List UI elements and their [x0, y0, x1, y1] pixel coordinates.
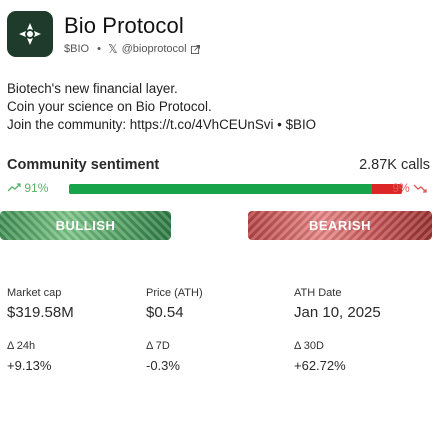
project-name: Bio Protocol: [64, 13, 184, 38]
bearish-button-label: BEARISH: [308, 218, 371, 233]
market-cap-label: Market cap: [7, 287, 62, 299]
bullish-button-label: BULLISH: [55, 218, 116, 233]
bio-logo-icon: [19, 23, 41, 45]
description-line: Coin your science on Bio Protocol.: [7, 99, 212, 114]
ath-date-label: ATH Date: [294, 287, 342, 299]
bearish-percentage-value: 9%: [392, 181, 410, 195]
separator-dot: •: [97, 43, 101, 55]
sentiment-bar-row: 91% 9%: [7, 181, 427, 197]
change-30d-value: +62.72%: [294, 358, 346, 373]
price-ath-label: Price (ATH): [146, 287, 203, 299]
change-24h-value: +9.13%: [7, 358, 52, 373]
ath-date-value: Jan 10, 2025: [294, 304, 381, 321]
description-line: Biotech's new financial layer.: [7, 81, 178, 96]
project-logo: [7, 11, 53, 57]
bearish-percentage: 9%: [392, 181, 427, 195]
bullish-percentage-value: 91%: [24, 181, 49, 195]
community-sentiment-title: Community sentiment: [7, 157, 160, 173]
twitter-handle-link[interactable]: @bioprotocol: [122, 43, 187, 55]
trend-down-icon: [413, 184, 427, 193]
bearish-button[interactable]: BEARISH: [248, 211, 432, 240]
bullish-bar: [69, 184, 372, 194]
project-description: Biotech's new financial layer. Coin your…: [7, 80, 316, 134]
price-ath-value: $0.54: [146, 304, 184, 321]
trend-up-icon: [7, 183, 21, 192]
project-subline: $BIO • 𝕏 @bioprotocol: [64, 42, 200, 56]
calls-count: 2.87K calls: [359, 157, 430, 173]
external-link-icon[interactable]: [190, 44, 200, 54]
change-24h-label: Δ 24h: [7, 340, 36, 352]
ticker-label: $BIO: [64, 43, 90, 55]
change-7d-label: Δ 7D: [146, 340, 170, 352]
bullish-percentage: 91%: [7, 181, 48, 195]
description-line: Join the community: https://t.co/4VhCEUn…: [7, 117, 317, 132]
change-30d-label: Δ 30D: [294, 340, 324, 352]
change-7d-value: -0.3%: [146, 358, 180, 373]
market-cap-value: $319.58M: [7, 304, 74, 321]
bullish-button[interactable]: BULLISH: [0, 211, 171, 240]
x-logo-icon[interactable]: 𝕏: [108, 42, 118, 56]
